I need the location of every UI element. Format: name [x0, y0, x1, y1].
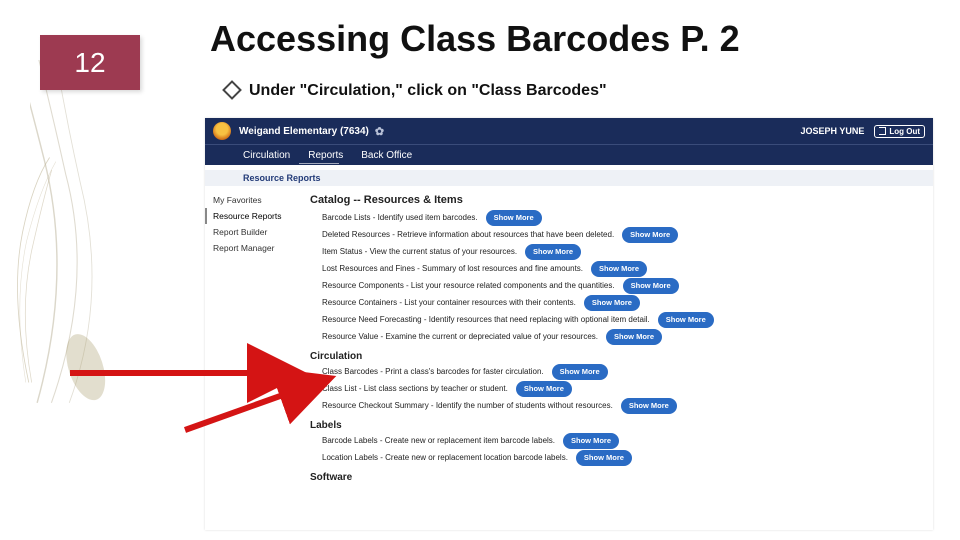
user-name: JOSEPH YUNE: [800, 126, 864, 136]
sidebar-item-report-manager[interactable]: Report Manager: [205, 240, 301, 256]
show-more-button[interactable]: Show More: [552, 364, 608, 380]
report-link[interactable]: Deleted Resources - Retrieve information…: [322, 228, 614, 242]
report-link[interactable]: Resource Components - List your resource…: [322, 279, 615, 293]
report-row: Class List - List class sections by teac…: [322, 381, 927, 397]
app-topbar: Weigand Elementary (7634) ✿ JOSEPH YUNE …: [205, 118, 933, 144]
app-screenshot: Weigand Elementary (7634) ✿ JOSEPH YUNE …: [205, 118, 933, 530]
show-more-button[interactable]: Show More: [591, 261, 647, 277]
report-link[interactable]: Resource Containers - List your containe…: [322, 296, 576, 310]
nav-underline-decoration: [299, 163, 339, 164]
report-row: Lost Resources and Fines - Summary of lo…: [322, 261, 927, 277]
show-more-button[interactable]: Show More: [621, 398, 677, 414]
show-more-button[interactable]: Show More: [622, 227, 678, 243]
sidebar-item-favorites[interactable]: My Favorites: [205, 192, 301, 208]
show-more-button[interactable]: Show More: [486, 210, 542, 226]
report-link[interactable]: Resource Need Forecasting - Identify res…: [322, 313, 650, 327]
app-navbar: Circulation Reports Back Office: [205, 144, 933, 165]
breadcrumb-text: Resource Reports: [243, 173, 321, 183]
bullet-diamond-icon: [222, 80, 242, 100]
report-link[interactable]: Class List - List class sections by teac…: [322, 382, 508, 396]
page-number-box: 12: [40, 35, 140, 90]
page-number: 12: [74, 47, 105, 79]
sidebar-item-resource-reports[interactable]: Resource Reports: [205, 208, 301, 224]
slide-title: Accessing Class Barcodes P. 2: [210, 18, 740, 60]
logout-label: Log Out: [889, 127, 920, 136]
show-more-button[interactable]: Show More: [658, 312, 714, 328]
school-logo-icon: [213, 122, 231, 140]
report-row: Resource Checkout Summary - Identify the…: [322, 398, 927, 414]
report-link[interactable]: Lost Resources and Fines - Summary of lo…: [322, 262, 583, 276]
section-labels-heading: Labels: [310, 420, 927, 431]
report-link[interactable]: Resource Value - Examine the current or …: [322, 330, 598, 344]
report-link-class-barcodes[interactable]: Class Barcodes - Print a class's barcode…: [322, 365, 544, 379]
report-row: Resource Components - List your resource…: [322, 278, 927, 294]
report-link[interactable]: Item Status - View the current status of…: [322, 245, 517, 259]
show-more-button[interactable]: Show More: [623, 278, 679, 294]
slide-bullet-text: Under "Circulation," click on "Class Bar…: [249, 82, 607, 100]
logout-button[interactable]: Log Out: [874, 125, 925, 138]
report-row: Deleted Resources - Retrieve information…: [322, 227, 927, 243]
show-more-button[interactable]: Show More: [576, 450, 632, 466]
report-link[interactable]: Barcode Labels - Create new or replaceme…: [322, 434, 555, 448]
nav-backoffice[interactable]: Back Office: [361, 150, 412, 161]
report-row: Resource Value - Examine the current or …: [322, 329, 927, 345]
sidebar-item-report-builder[interactable]: Report Builder: [205, 224, 301, 240]
show-more-button[interactable]: Show More: [525, 244, 581, 260]
breadcrumb: Resource Reports: [205, 170, 933, 186]
report-row: Item Status - View the current status of…: [322, 244, 927, 260]
nav-circulation[interactable]: Circulation: [243, 150, 290, 161]
report-row: Barcode Labels - Create new or replaceme…: [322, 433, 927, 449]
section-circulation-heading: Circulation: [310, 351, 927, 362]
school-name: Weigand Elementary (7634): [239, 126, 369, 137]
section-catalog-heading: Catalog -- Resources & Items: [310, 194, 927, 206]
report-link[interactable]: Location Labels - Create new or replacem…: [322, 451, 568, 465]
nav-reports[interactable]: Reports: [308, 150, 343, 161]
show-more-button[interactable]: Show More: [584, 295, 640, 311]
app-sidebar: My Favorites Resource Reports Report Bui…: [205, 192, 301, 256]
show-more-button[interactable]: Show More: [516, 381, 572, 397]
gear-icon[interactable]: ✿: [375, 125, 384, 138]
slide-bullet-row: Under "Circulation," click on "Class Bar…: [225, 82, 607, 100]
report-row: Barcode Lists - Identify used item barco…: [322, 210, 927, 226]
report-row: Class Barcodes - Print a class's barcode…: [322, 364, 927, 380]
app-main: Catalog -- Resources & Items Barcode Lis…: [310, 192, 927, 530]
report-link[interactable]: Resource Checkout Summary - Identify the…: [322, 399, 613, 413]
section-software-heading: Software: [310, 472, 927, 483]
decorative-leaf-center: [30, 60, 130, 540]
report-row: Location Labels - Create new or replacem…: [322, 450, 927, 466]
report-row: Resource Need Forecasting - Identify res…: [322, 312, 927, 328]
show-more-button[interactable]: Show More: [606, 329, 662, 345]
report-row: Resource Containers - List your containe…: [322, 295, 927, 311]
report-link[interactable]: Barcode Lists - Identify used item barco…: [322, 211, 478, 225]
show-more-button[interactable]: Show More: [563, 433, 619, 449]
